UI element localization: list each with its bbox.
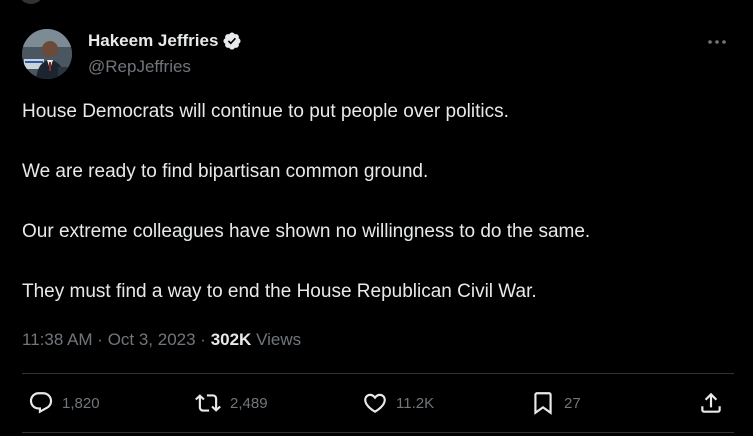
- tweet-date[interactable]: Oct 3, 2023: [108, 330, 196, 349]
- like-button[interactable]: 11.2K: [362, 388, 434, 418]
- author-name-row[interactable]: Hakeem Jeffries: [88, 30, 242, 52]
- more-dots-icon: [708, 40, 726, 44]
- divider: [22, 373, 734, 374]
- tweet-time[interactable]: 11:38 AM: [22, 330, 93, 349]
- bookmark-count: 27: [564, 394, 581, 412]
- divider: [22, 432, 734, 433]
- avatar[interactable]: [22, 29, 72, 79]
- like-count: 11.2K: [396, 394, 435, 412]
- share-icon: [701, 392, 721, 413]
- views-count: 302K: [210, 330, 252, 349]
- bookmark-button[interactable]: 27: [530, 388, 581, 418]
- tweet-detail: Hakeem Jeffries @RepJeffries House Democ…: [0, 0, 753, 436]
- verified-badge-icon[interactable]: [222, 31, 242, 51]
- repost-icon: [195, 394, 221, 412]
- heart-icon: [364, 393, 386, 413]
- tweet-text-line: Our extreme colleagues have shown no wil…: [22, 221, 591, 242]
- repost-button[interactable]: 2,489: [194, 388, 268, 418]
- repost-count: 2,489: [230, 394, 268, 412]
- tweet-text-line: We are ready to find bipartisan common g…: [22, 161, 429, 182]
- views-label: Views: [256, 330, 302, 349]
- reply-button[interactable]: 1,820: [28, 388, 100, 418]
- previous-avatar-fragment: [18, 0, 44, 4]
- tweet-text-line: House Democrats will continue to put peo…: [22, 101, 509, 122]
- author-display-name[interactable]: Hakeem Jeffries: [88, 30, 218, 52]
- tweet-text: House Democrats will continue to put peo…: [22, 99, 722, 339]
- tweet-metadata: 11:38 AM · Oct 3, 2023 · 302K Views: [22, 330, 302, 349]
- more-options-button[interactable]: [700, 28, 734, 56]
- reply-icon: [29, 392, 53, 414]
- tweet-actions-bar: 1,820 2,489 11.2K 27: [0, 388, 753, 418]
- bookmark-icon: [534, 392, 552, 415]
- reply-count: 1,820: [62, 394, 100, 412]
- avatar-photo: [22, 29, 72, 79]
- author-handle[interactable]: @RepJeffries: [88, 56, 191, 78]
- share-button[interactable]: [698, 388, 724, 418]
